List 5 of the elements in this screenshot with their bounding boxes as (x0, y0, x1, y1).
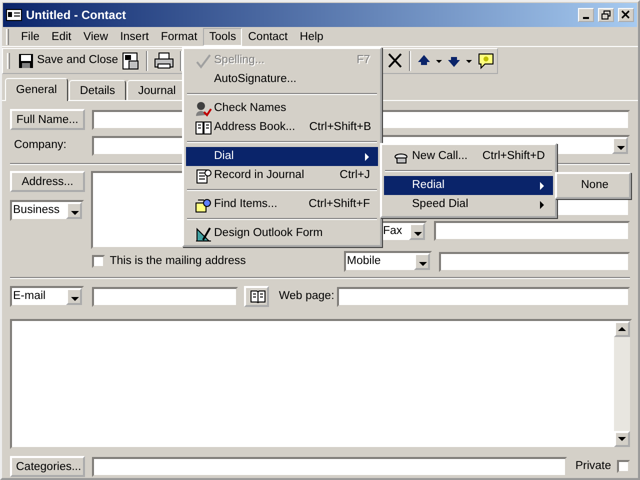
web-page-label: Web page: (278, 288, 336, 304)
private-label: Private (575, 458, 612, 474)
window-title: Untitled - Contact (26, 7, 127, 24)
company-label: Company: (13, 138, 68, 153)
checkbox-label: This is the mailing address (110, 254, 247, 269)
